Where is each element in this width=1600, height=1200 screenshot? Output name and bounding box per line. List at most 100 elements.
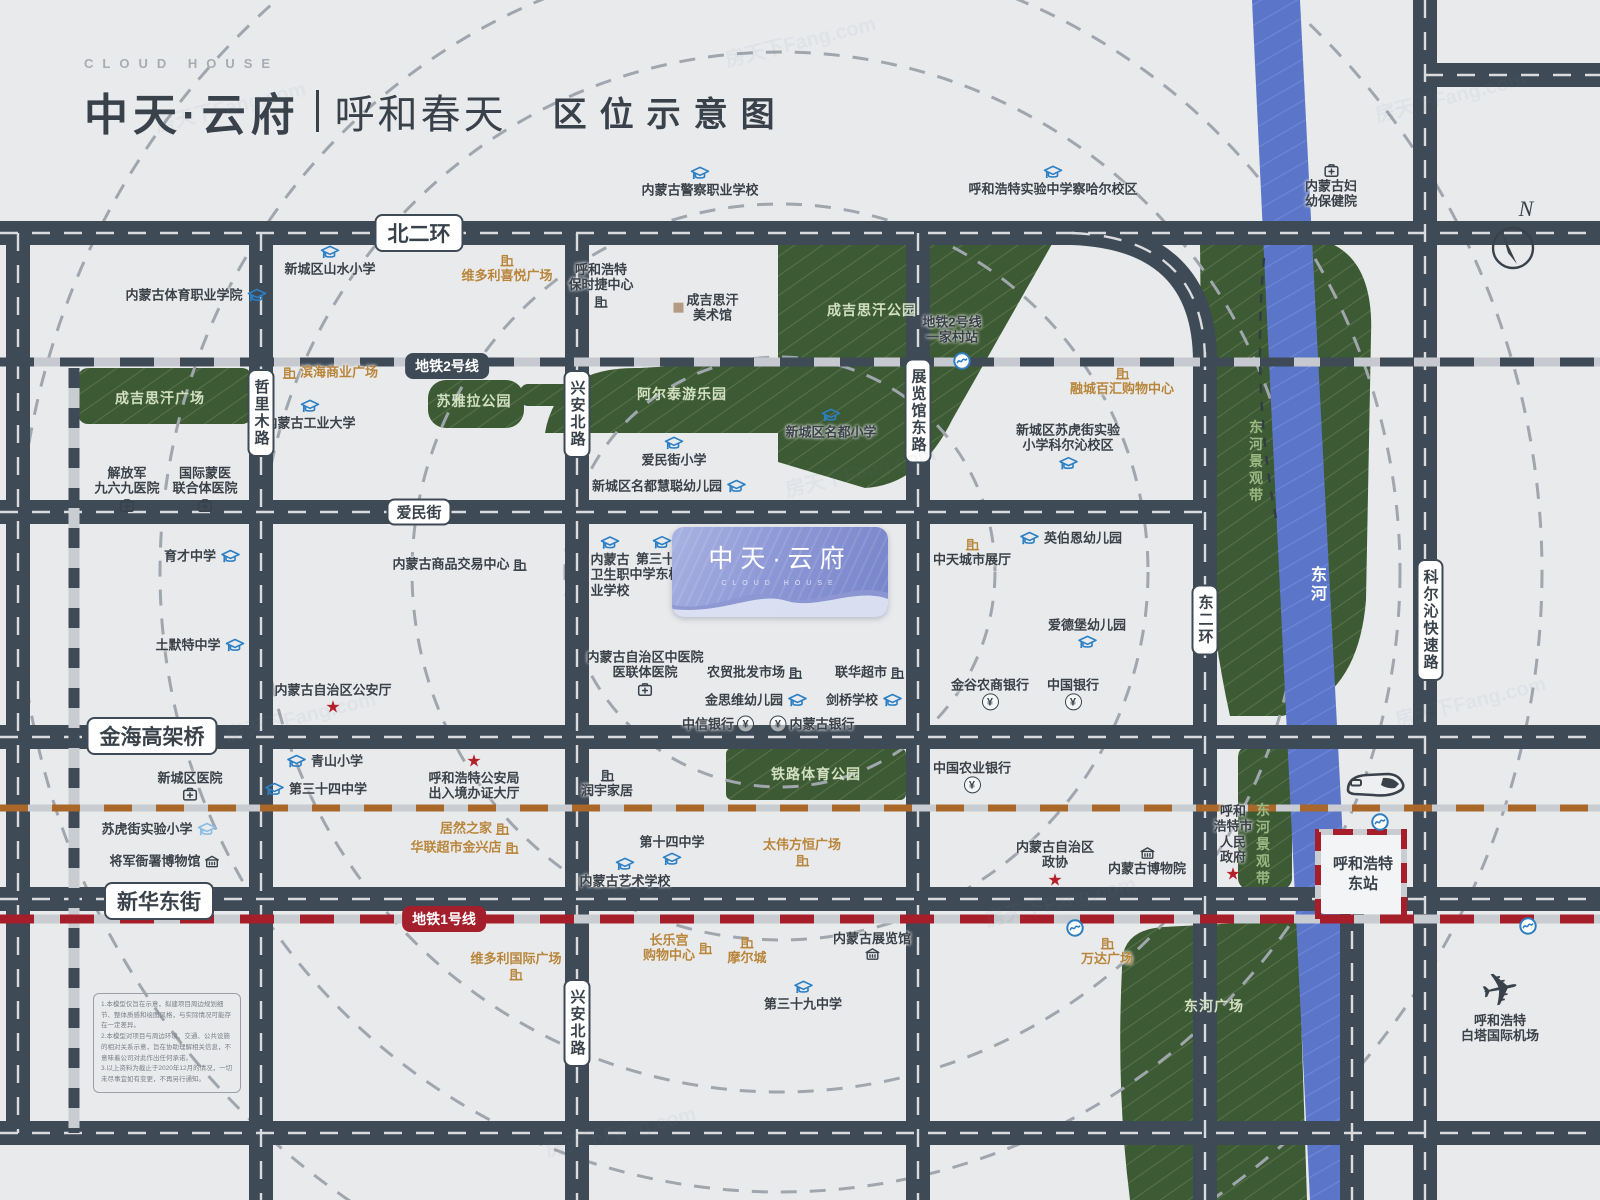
museum-icon [863,947,880,961]
map-poi: 金谷农商银行 ¥ [951,677,1029,710]
poi-label: 新城区名都慧聪幼儿园 [592,478,722,493]
school-icon [285,753,308,770]
building-dark-icon [788,665,803,679]
map-poi: 金思维幼儿园 [705,692,809,709]
museum-icon [204,854,221,868]
school-icon [1075,634,1098,651]
map-poi: 联华超市 [835,664,905,679]
school-icon [598,534,621,551]
map-poi: 中国农业银行¥ [933,760,1011,793]
location-map: CLOUD HOUSE 中天·云府 呼和春天 区位示意图 中天·云府 CLOUD… [0,0,1600,1200]
poi-label: 长乐宫购物中心 [643,933,695,964]
park-label: 阿尔泰游乐园 [637,384,727,404]
building-icon [794,853,809,867]
poi-label: 内蒙古工业大学 [264,415,355,430]
map-poi: 农贸批发市场 [707,664,803,679]
bank-icon: ¥ [981,694,998,711]
hospital-icon [1322,163,1339,178]
station-line2: 东站 [1333,874,1393,894]
poi-label: 地铁2号线一家村站 [922,315,981,346]
poi-label: 第三十四中学 [289,781,367,796]
map-poi: 内蒙古展览馆 [833,931,911,961]
building-icon [282,365,297,379]
map-poi: 内蒙古艺术学校 [579,855,670,888]
school-icon [318,243,341,260]
poi-label: 摩尔城 [727,950,766,965]
map-poi: 新城区名都慧聪幼儿园 [592,478,748,495]
map-poi: 呼和浩特实验中学察哈尔校区 [968,163,1137,196]
map-poi: 国际蒙医联合体医院 [172,466,237,513]
poi-label: 金谷农商银行 [951,677,1029,692]
poi-label: 太伟方恒广场 [763,837,841,852]
poi-label: 内蒙古展览馆 [833,931,911,946]
poi-label: 内蒙古艺术学校 [579,873,670,888]
art-gallery-icon [673,303,683,313]
building-icon [495,821,510,835]
poi-label: 青山小学 [311,753,363,768]
school-icon [298,397,321,414]
school-icon [1056,454,1079,471]
map-poi: 中国银行¥ [1047,677,1099,710]
metro-logo-icon [1519,917,1538,936]
park-label: 东河景观带 [1246,420,1266,505]
poi-label: 居然之家 [440,820,492,835]
poi-label: 第三十九中学 [764,996,842,1011]
map-poi: 万达广场 [1081,936,1133,966]
map-poi: 呼和浩特保时捷中心 [568,262,633,308]
poi-label: 联华超市 [835,664,887,679]
poi-label: 农贸批发市场 [707,664,785,679]
hospital-icon [118,497,135,512]
map-poi: 融城百汇购物中心 [1070,366,1174,396]
school-icon [662,434,685,451]
train-icon [1341,763,1407,805]
compass: N [1468,196,1558,279]
school-icon [246,287,269,304]
poi-label: 英伯恩幼儿园 [1044,530,1122,545]
poi-label: 新城区名都小学 [785,424,876,439]
map-poi: 成吉思汗美术馆 [673,293,738,324]
school-icon [1018,530,1041,547]
poi-label: 苏虎街实验小学 [101,821,192,836]
road-label: 新华东街 [104,882,214,920]
school-icon [688,164,711,181]
poi-label: 内蒙古自治区政协 [1016,840,1094,871]
map-poi: 地铁2号线一家村站 [922,315,981,346]
compass-icon [1468,222,1558,274]
map-poi: 解放军九六九医院 [94,466,159,513]
map-poi: 第三十九中学 [764,978,842,1011]
map-poi: 剑桥学校 [826,692,904,709]
school-light-icon [196,821,219,838]
road-label: 哲里木路 [248,369,275,457]
road-label: 东二环 [1192,585,1219,656]
poi-label: 内蒙古银行 [789,716,854,731]
school-icon [219,548,242,565]
map-poi: 土默特中学 [155,637,246,654]
poi-label: 新城区山水小学 [284,261,375,276]
poi-label: 呼和浩特市人民政府 [1213,803,1252,864]
brand-english: CLOUD HOUSE [84,56,788,71]
poi-label: 第十四中学 [639,834,704,849]
brand-divider [316,90,319,132]
map-poi: 居然之家 [440,820,510,835]
map-poi: 新城区医院 [157,770,222,801]
building-dark-icon [513,557,528,571]
disclaimer-line: 1.本模型仅旨在示意，拟建项目周边规划细节、整体质感和绘图风格，与实际情况可能存… [101,1000,233,1032]
poi-label: 中天城市展厅 [933,552,1011,567]
road-label: 金海高架桥 [87,717,218,755]
school-icon [725,478,748,495]
map-poi: 青山小学 [285,753,363,770]
star-icon: ★ [466,753,481,770]
disclaimer-line: 3.以上资料为截止于2020年12月的情况，一切未尽事宜如有变更，不再另行通知。 [101,1064,233,1085]
poi-label: 中国银行 [1047,677,1099,692]
map-poi: 维多利国际广场 [470,951,561,981]
map-poi: 新城区苏虎街实验小学科尔沁校区 [1016,423,1120,472]
school-icon [786,692,809,709]
road-label: 兴安北路 [564,979,591,1067]
poi-label: 金思维幼儿园 [705,692,783,707]
museum-icon [1138,846,1155,860]
hospital-icon [196,497,213,512]
map-poi: 内蒙古警察职业学校 [641,164,758,197]
building-icon [739,935,754,949]
poi-label: 新城区苏虎街实验小学科尔沁校区 [1016,423,1120,454]
map-poi: 长乐宫购物中心 [643,933,713,964]
